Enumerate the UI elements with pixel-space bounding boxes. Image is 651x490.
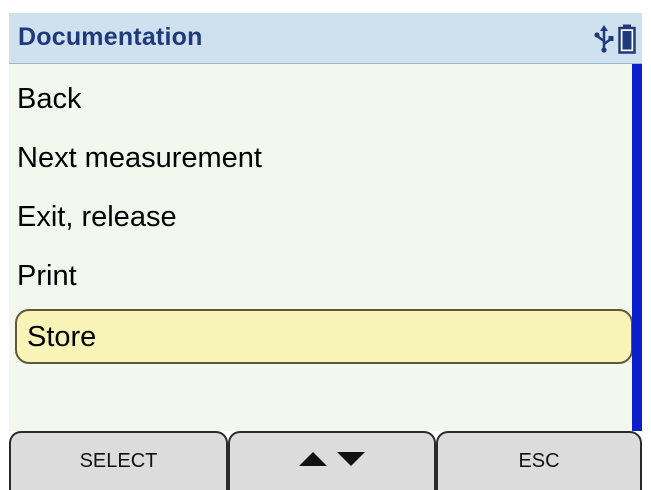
menu-panel: Back Next measurement Exit, release Prin… — [9, 64, 633, 431]
esc-softkey-label: ESC — [518, 450, 560, 472]
page-title: Documentation — [18, 23, 203, 51]
navigate-arrows — [298, 450, 366, 473]
header-bar: Documentation — [9, 13, 642, 64]
scrollbar[interactable] — [632, 64, 642, 431]
up-arrow-icon — [298, 450, 328, 473]
battery-icon — [618, 24, 636, 54]
menu-item-store[interactable]: Store — [15, 309, 633, 364]
esc-softkey[interactable]: ESC — [436, 431, 642, 490]
menu-item-exit-release[interactable]: Exit, release — [17, 189, 177, 245]
softkey-bar: SELECT ESC — [9, 431, 642, 490]
menu-item-next-measurement[interactable]: Next measurement — [17, 130, 262, 186]
down-arrow-icon — [336, 450, 366, 473]
navigate-softkey[interactable] — [228, 431, 436, 490]
select-softkey[interactable]: SELECT — [9, 431, 228, 490]
menu-item-print[interactable]: Print — [17, 248, 77, 304]
menu-item-back[interactable]: Back — [17, 71, 81, 127]
status-icons — [593, 24, 636, 54]
device-screen: Documentation Back Next measurement Exit… — [0, 0, 651, 490]
usb-icon — [593, 25, 615, 53]
select-softkey-label: SELECT — [79, 450, 158, 472]
